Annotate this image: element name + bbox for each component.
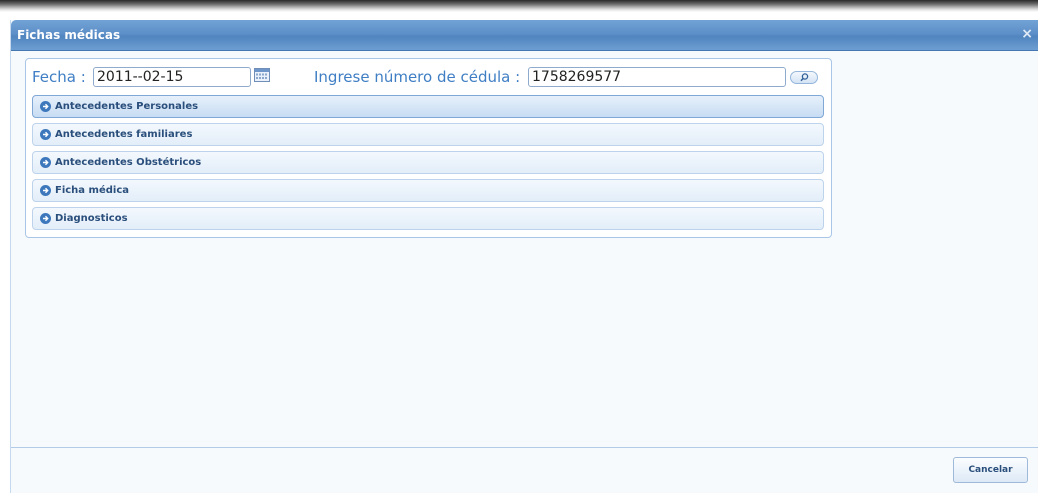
footer-divider <box>11 447 1038 448</box>
cedula-input[interactable] <box>528 67 786 87</box>
accordion-item-antecedentes-familiares[interactable]: Antecedentes familiares <box>32 123 824 146</box>
accordion-item-label: Ficha médica <box>55 185 129 196</box>
accordion-item-label: Antecedentes familiares <box>55 129 193 140</box>
search-button[interactable] <box>790 71 818 84</box>
close-icon[interactable]: × <box>1021 27 1033 41</box>
dialog-title: Fichas médicas <box>17 28 121 42</box>
accordion-item-diagnosticos[interactable]: Diagnosticos <box>32 207 824 230</box>
arrow-right-circle-icon <box>40 157 51 168</box>
cancel-button[interactable]: Cancelar <box>953 457 1028 483</box>
fecha-input[interactable] <box>93 67 251 87</box>
accordion-item-antecedentes-obstetricos[interactable]: Antecedentes Obstétricos <box>32 151 824 174</box>
form-panel: Fecha : Ingrese número de cédula : <box>25 58 832 238</box>
accordion-item-ficha-medica[interactable]: Ficha médica <box>32 179 824 202</box>
accordion-item-label: Antecedentes Obstétricos <box>55 157 202 168</box>
cedula-label: Ingrese número de cédula : <box>314 68 521 86</box>
arrow-right-circle-icon <box>40 101 51 112</box>
arrow-right-circle-icon <box>40 185 51 196</box>
top-shadow <box>0 0 1038 12</box>
fichas-medicas-dialog: Fichas médicas × Fecha : Ingrese número … <box>10 20 1038 493</box>
dialog-titlebar[interactable]: Fichas médicas × <box>11 20 1038 51</box>
arrow-right-circle-icon <box>40 213 51 224</box>
calendar-icon[interactable] <box>254 67 270 82</box>
accordion-item-label: Diagnosticos <box>55 213 128 224</box>
accordion-item-label: Antecedentes Personales <box>55 101 199 112</box>
fecha-label: Fecha : <box>32 68 86 86</box>
arrow-right-circle-icon <box>40 129 51 140</box>
accordion-item-antecedentes-personales[interactable]: Antecedentes Personales <box>32 95 824 118</box>
search-icon <box>800 73 809 82</box>
